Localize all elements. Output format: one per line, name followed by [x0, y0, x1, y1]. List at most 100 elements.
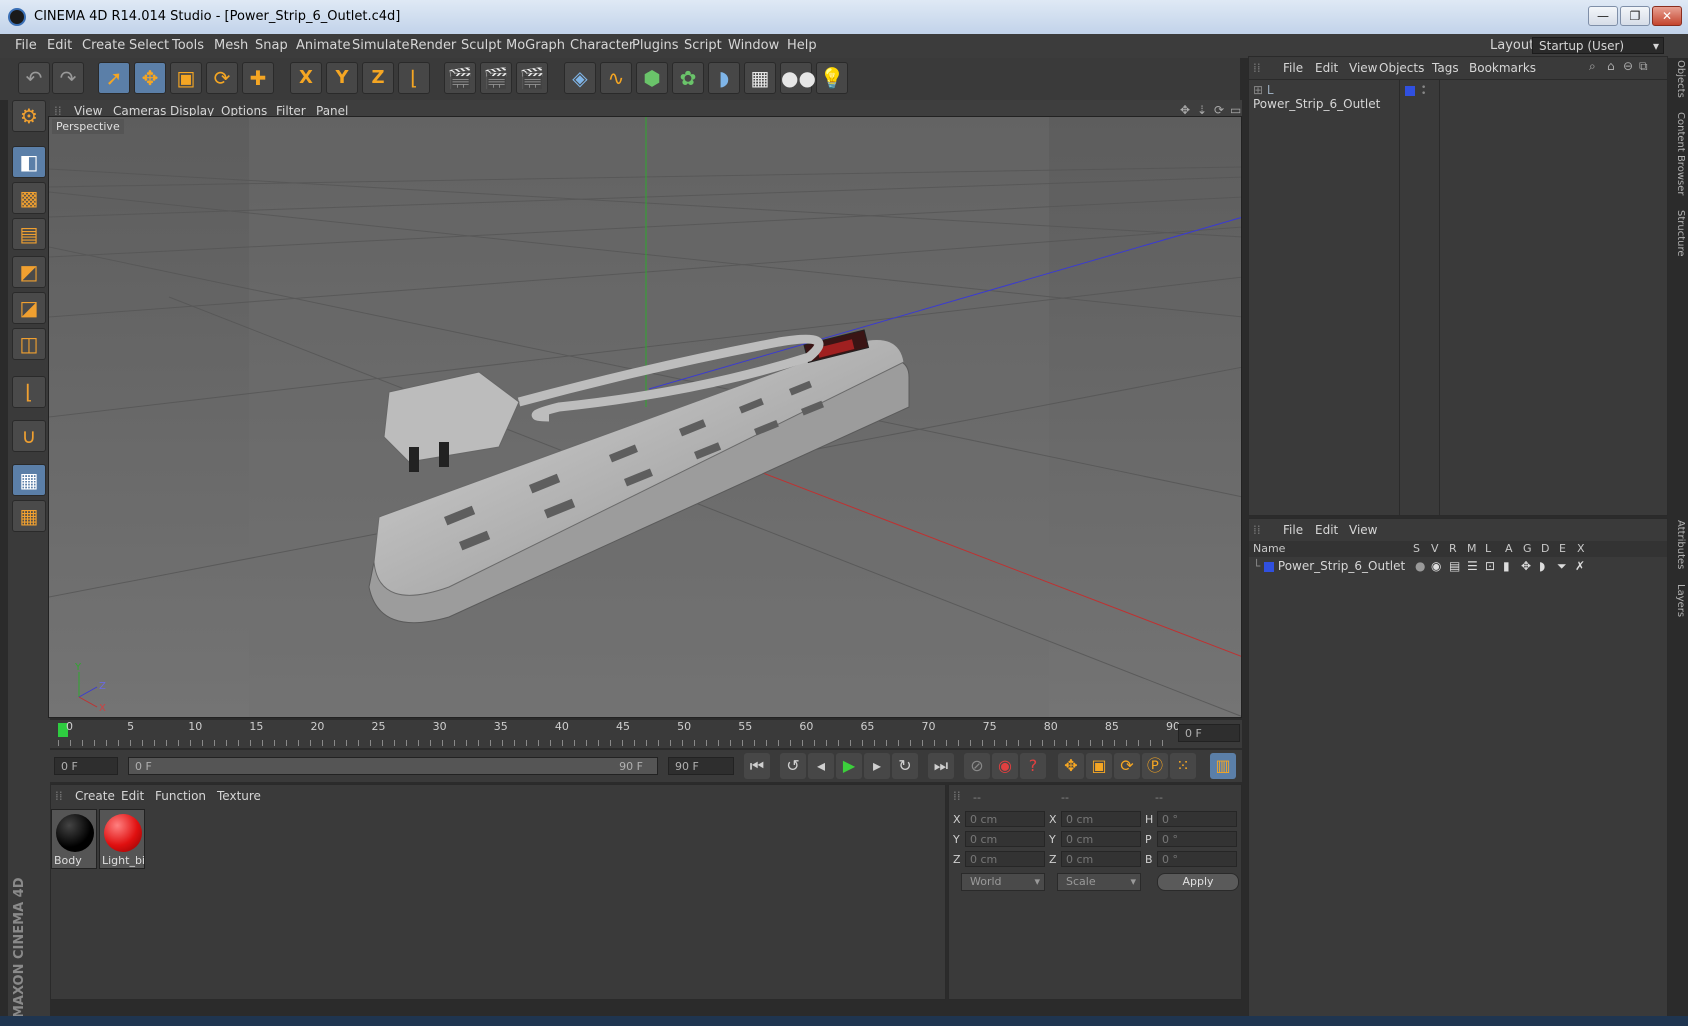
end-frame-field[interactable]: 90 F — [668, 757, 734, 775]
material-menu-create[interactable]: Create — [75, 789, 115, 803]
solo-column-header[interactable]: S — [1413, 542, 1420, 555]
menu-plugins[interactable]: Plugins — [632, 38, 679, 53]
viewport-rotate-icon[interactable]: ⟳ — [1214, 103, 1224, 117]
menu-mesh[interactable]: Mesh — [214, 38, 248, 53]
size-x-field[interactable]: 0 cm — [1061, 811, 1141, 827]
keyframe-selection-button[interactable]: ? — [1020, 753, 1046, 779]
key-scale-button[interactable]: ▣ — [1086, 753, 1112, 779]
live-selection-button[interactable]: ➚ — [98, 62, 130, 94]
menu-mograph[interactable]: MoGraph — [506, 38, 565, 53]
layer-color-swatch[interactable] — [1264, 561, 1275, 572]
spline-button[interactable]: ∿ — [600, 62, 632, 94]
current-frame-field[interactable]: 0 F — [1178, 724, 1240, 742]
lock-icon[interactable]: ⊡ — [1485, 559, 1495, 573]
material-body[interactable]: Body — [51, 809, 97, 869]
tab-objects[interactable]: Objects — [1670, 60, 1686, 98]
menu-create[interactable]: Create — [82, 38, 125, 53]
add-tool-button[interactable]: ✚ — [242, 62, 274, 94]
menu-animate[interactable]: Animate — [296, 38, 350, 53]
generators-column-header[interactable]: G — [1523, 542, 1532, 555]
menu-snap[interactable]: Snap — [255, 38, 288, 53]
edges-mode-button[interactable]: ◪ — [12, 292, 46, 324]
make-editable-button[interactable]: ⚙ — [12, 100, 46, 132]
menu-help[interactable]: Help — [787, 38, 817, 53]
xref-column-header[interactable]: X — [1577, 542, 1585, 555]
scale-tool-button[interactable]: ▣ — [170, 62, 202, 94]
object-menu-tags[interactable]: Tags — [1432, 61, 1459, 75]
xref-icon[interactable]: ✗ — [1575, 559, 1585, 573]
key-rotation-button[interactable]: ⟳ — [1114, 753, 1140, 779]
object-row[interactable]: ⊞ L Power_Strip_6_Outlet — [1253, 83, 1397, 111]
layout-select[interactable]: Startup (User) ▾ — [1532, 37, 1664, 54]
previous-keyframe-button[interactable]: ↺ — [780, 753, 806, 779]
camera-button[interactable]: ●● — [780, 62, 816, 94]
nurbs-button[interactable]: ⬢ — [636, 62, 668, 94]
eye-icon[interactable]: ◉ — [1431, 559, 1441, 573]
deformer-button[interactable]: ◗ — [708, 62, 740, 94]
key-position-button[interactable]: ✥ — [1058, 753, 1084, 779]
tab-content-browser[interactable]: Content Browser — [1670, 112, 1686, 195]
home-icon[interactable]: ⌂ — [1607, 59, 1615, 73]
render-column-header[interactable]: R — [1449, 542, 1457, 555]
menu-file[interactable]: File — [15, 38, 37, 53]
viewport-maximize-icon[interactable]: ▭ — [1230, 103, 1241, 117]
close-button[interactable]: ✕ — [1652, 6, 1682, 26]
frame-range-slider[interactable]: 0 F 90 F — [128, 757, 658, 775]
collapse-icon[interactable]: ⊖ — [1623, 59, 1633, 73]
new-window-icon[interactable]: ⧉ — [1639, 59, 1648, 74]
key-point-level-button[interactable]: ⁙ — [1170, 753, 1196, 779]
start-frame-field[interactable]: 0 F — [54, 757, 118, 775]
view-column-header[interactable]: V — [1431, 542, 1439, 555]
go-to-end-button[interactable]: ⏭ — [928, 753, 954, 779]
z-axis-button[interactable]: Z — [362, 62, 394, 94]
floor-button[interactable]: ▦ — [744, 62, 776, 94]
rot-h-field[interactable]: 0 ° — [1157, 811, 1237, 827]
expression-icon[interactable]: ⏷ — [1557, 559, 1567, 574]
autokey-button[interactable]: ◉ — [992, 753, 1018, 779]
layer-row[interactable]: └ Power_Strip_6_Outlet ● ◉ ▤ ☰ ⊡ ▮ ✥ ◗ ⏷… — [1253, 559, 1663, 575]
polygons-mode-button[interactable]: ◫ — [12, 328, 46, 360]
y-axis-button[interactable]: Y — [326, 62, 358, 94]
object-menu-file[interactable]: File — [1283, 61, 1303, 75]
generator-icon[interactable]: ✥ — [1521, 559, 1531, 573]
object-menu-objects[interactable]: Objects — [1379, 61, 1424, 75]
menu-render[interactable]: Render — [410, 38, 456, 53]
next-frame-button[interactable]: ▸ — [864, 753, 890, 779]
layer-menu-view[interactable]: View — [1349, 523, 1377, 537]
coordinate-system-button[interactable]: ⌊ — [398, 62, 430, 94]
locked-column-header[interactable]: L — [1485, 542, 1491, 555]
tab-attributes[interactable]: Attributes — [1670, 520, 1686, 569]
manager-list-icon[interactable]: ☰ — [1467, 559, 1478, 573]
menu-tools[interactable]: Tools — [172, 38, 204, 53]
axis-mode-button[interactable]: ⌊ — [12, 376, 46, 408]
menu-window[interactable]: Window — [728, 38, 779, 53]
timeline-ruler[interactable]: 0 5 10 15 20 25 30 35 40 45 50 55 60 65 70 75 80 85 90 0 F — [50, 720, 1242, 748]
expressions-column-header[interactable]: E — [1559, 542, 1566, 555]
deformers-column-header[interactable]: D — [1541, 542, 1549, 555]
menu-character[interactable]: Character — [570, 38, 634, 53]
render-clapper-icon[interactable]: ▤ — [1449, 559, 1460, 573]
solo-dot-icon[interactable]: ● — [1415, 559, 1425, 573]
material-light[interactable]: Light_bi — [99, 809, 145, 869]
pos-z-field[interactable]: 0 cm — [965, 851, 1045, 867]
deformer-icon[interactable]: ◗ — [1539, 559, 1545, 573]
viewport-zoom-icon[interactable]: ⇣ — [1197, 103, 1207, 117]
minimize-button[interactable]: — — [1588, 6, 1618, 26]
rotate-tool-button[interactable]: ⟳ — [206, 62, 238, 94]
workplane-mode-button[interactable]: ▤ — [12, 218, 46, 250]
array-button[interactable]: ✿ — [672, 62, 704, 94]
size-z-field[interactable]: 0 cm — [1061, 851, 1141, 867]
object-menu-view[interactable]: View — [1349, 61, 1377, 75]
next-keyframe-button[interactable]: ↻ — [892, 753, 918, 779]
size-y-field[interactable]: 0 cm — [1061, 831, 1141, 847]
texture-mode-button[interactable]: ▩ — [12, 182, 46, 214]
animation-column-header[interactable]: A — [1505, 542, 1513, 555]
snap-button[interactable]: ∪ — [12, 420, 46, 452]
apply-button[interactable]: Apply — [1157, 873, 1239, 891]
key-parameter-button[interactable]: Ⓟ — [1142, 753, 1168, 779]
render-picture-viewer-button[interactable]: 🎬 — [480, 62, 512, 94]
manager-column-header[interactable]: M — [1467, 542, 1477, 555]
play-button[interactable]: ▶ — [836, 753, 862, 779]
layer-menu-edit[interactable]: Edit — [1315, 523, 1338, 537]
material-menu-function[interactable]: Function — [155, 789, 206, 803]
